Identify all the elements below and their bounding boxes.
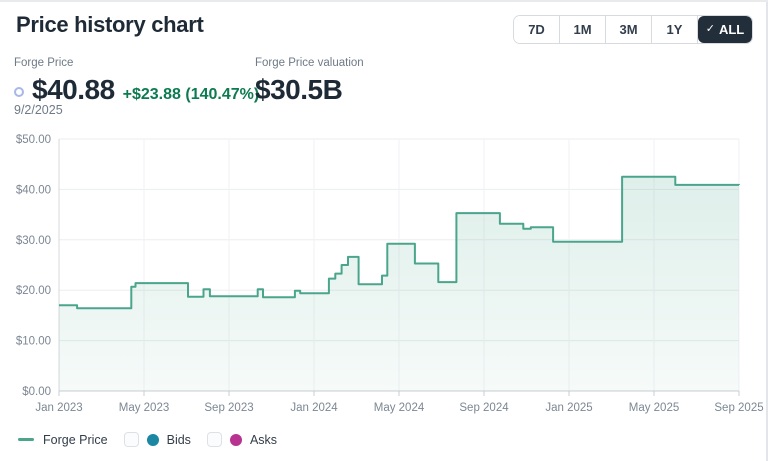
range-button-all-label: ALL xyxy=(718,22,745,37)
forge-price-label: Forge Price xyxy=(14,57,74,69)
svg-text:$0.00: $0.00 xyxy=(22,386,51,398)
range-button-3m-label: 3M xyxy=(619,22,638,37)
svg-text:Jan 2025: Jan 2025 xyxy=(545,402,592,414)
svg-text:$30.00: $30.00 xyxy=(16,235,51,247)
range-button-all[interactable]: ✓ ALL xyxy=(698,16,752,43)
range-button-7d[interactable]: 7D xyxy=(514,16,560,43)
svg-text:Sep 2024: Sep 2024 xyxy=(459,402,509,414)
bids-dot-icon xyxy=(146,433,159,446)
price-change: +$23.88 (140.47%) xyxy=(122,86,260,103)
svg-text:Sep 2025: Sep 2025 xyxy=(714,402,763,414)
range-button-1y-label: 1Y xyxy=(666,22,683,37)
valuation-label: Forge Price valuation xyxy=(255,57,364,69)
legend-item-asks[interactable]: Asks xyxy=(206,432,278,447)
range-button-1y[interactable]: 1Y xyxy=(652,16,698,43)
price-history-chart[interactable]: $0.00 $10.00 $20.00 $30.00 $40.00 $50.00 Jan 2… xyxy=(0,130,768,422)
svg-text:$10.00: $10.00 xyxy=(16,336,51,348)
svg-text:$50.00: $50.00 xyxy=(16,134,51,146)
svg-text:May 2025: May 2025 xyxy=(629,402,680,414)
range-button-group: 7D 1M 3M 1Y ✓ ALL xyxy=(513,15,753,44)
svg-text:May 2024: May 2024 xyxy=(374,402,425,414)
range-button-7d-label: 7D xyxy=(528,22,545,37)
legend-item-bids[interactable]: Bids xyxy=(123,432,191,447)
asks-checkbox[interactable] xyxy=(206,432,222,447)
legend-label-forge-price: Forge Price xyxy=(43,432,108,447)
current-price: $40.88 xyxy=(32,74,115,105)
price-marker-icon xyxy=(14,87,24,97)
legend-label-bids: Bids xyxy=(166,432,191,447)
chart-legend: Forge Price Bids Asks xyxy=(18,432,277,447)
price-date: 9/2/2025 xyxy=(14,103,63,117)
asks-dot-icon xyxy=(229,433,242,446)
svg-text:$20.00: $20.00 xyxy=(16,285,51,297)
bids-checkbox[interactable] xyxy=(123,432,139,447)
range-button-1m[interactable]: 1M xyxy=(560,16,606,43)
range-button-3m[interactable]: 3M xyxy=(606,16,652,43)
legend-item-forge-price[interactable]: Forge Price xyxy=(18,433,108,447)
svg-text:May 2023: May 2023 xyxy=(119,402,170,414)
valuation-value: $30.5B xyxy=(255,74,343,105)
svg-text:Jan 2023: Jan 2023 xyxy=(35,402,82,414)
range-button-1m-label: 1M xyxy=(573,22,592,37)
checkmark-icon: ✓ xyxy=(705,23,715,35)
svg-text:Sep 2023: Sep 2023 xyxy=(204,402,253,414)
svg-text:Jan 2024: Jan 2024 xyxy=(290,402,338,414)
legend-label-asks: Asks xyxy=(249,432,278,447)
svg-text:$40.00: $40.00 xyxy=(16,184,51,196)
page-title: Price history chart xyxy=(16,12,204,37)
price-history-card: Price history chart 7D 1M 3M 1Y ✓ ALL Fo… xyxy=(0,2,768,461)
forge-price-line-icon xyxy=(18,438,34,441)
price-row: $40.88 +$23.88 (140.47%) xyxy=(14,74,259,106)
